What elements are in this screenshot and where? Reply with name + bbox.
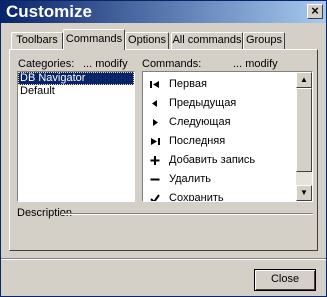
scroll-thumb[interactable] <box>296 88 312 172</box>
description-divider <box>61 213 313 215</box>
scroll-down-icon[interactable]: ▼ <box>296 185 312 201</box>
command-item-delete[interactable]: Удалить <box>145 170 295 189</box>
command-item-post[interactable]: Сохранить <box>145 189 295 202</box>
last-record-icon <box>151 138 160 145</box>
command-label: Последняя <box>169 135 226 147</box>
insert-record-icon <box>150 156 160 165</box>
tab-toolbars[interactable]: Toolbars <box>11 32 63 49</box>
customize-dialog: Customize × Toolbars Commands Options Al… <box>0 0 327 297</box>
command-label: Удалить <box>169 173 211 185</box>
title-bar[interactable]: Customize × <box>1 1 326 23</box>
tab-commands[interactable]: Commands <box>63 29 125 50</box>
scroll-up-icon[interactable]: ▲ <box>296 72 312 88</box>
tab-all-commands[interactable]: All commands <box>171 32 243 49</box>
commands-modify-link[interactable]: ... modify <box>233 58 278 70</box>
command-label: Сохранить <box>169 192 224 202</box>
commands-list[interactable]: Первая Предыдущая Следующая Последняя До… <box>142 71 313 202</box>
command-item-next[interactable]: Следующая <box>145 113 295 132</box>
first-record-icon <box>150 81 159 88</box>
tab-options[interactable]: Options <box>125 32 169 49</box>
delete-record-icon <box>150 178 160 181</box>
commands-scrollbar[interactable]: ▲ ▼ <box>296 72 312 201</box>
categories-modify-link[interactable]: ... modify <box>83 58 128 70</box>
categories-label: Categories: <box>18 58 75 70</box>
prior-record-icon <box>152 100 157 107</box>
command-item-insert[interactable]: Добавить запись <box>145 151 295 170</box>
command-label: Предыдущая <box>169 97 237 109</box>
command-item-prior[interactable]: Предыдущая <box>145 94 295 113</box>
category-item-db-navigator[interactable]: DB Navigator <box>18 72 134 85</box>
command-label: Следующая <box>169 116 231 128</box>
categories-list[interactable]: DB Navigator Default <box>17 71 135 202</box>
window-title: Customize <box>6 2 92 21</box>
tab-groups[interactable]: Groups <box>243 32 285 49</box>
post-record-icon <box>150 194 160 201</box>
command-label: Добавить запись <box>169 154 256 166</box>
close-button[interactable]: Close <box>254 269 316 291</box>
close-icon[interactable]: × <box>307 4 323 19</box>
command-item-first[interactable]: Первая <box>145 75 295 94</box>
commands-label: Commands: <box>142 58 202 70</box>
command-item-last[interactable]: Последняя <box>145 132 295 151</box>
command-label: Первая <box>169 78 207 90</box>
footer-separator <box>1 258 326 260</box>
next-record-icon <box>153 119 158 126</box>
category-item-default[interactable]: Default <box>18 85 134 98</box>
